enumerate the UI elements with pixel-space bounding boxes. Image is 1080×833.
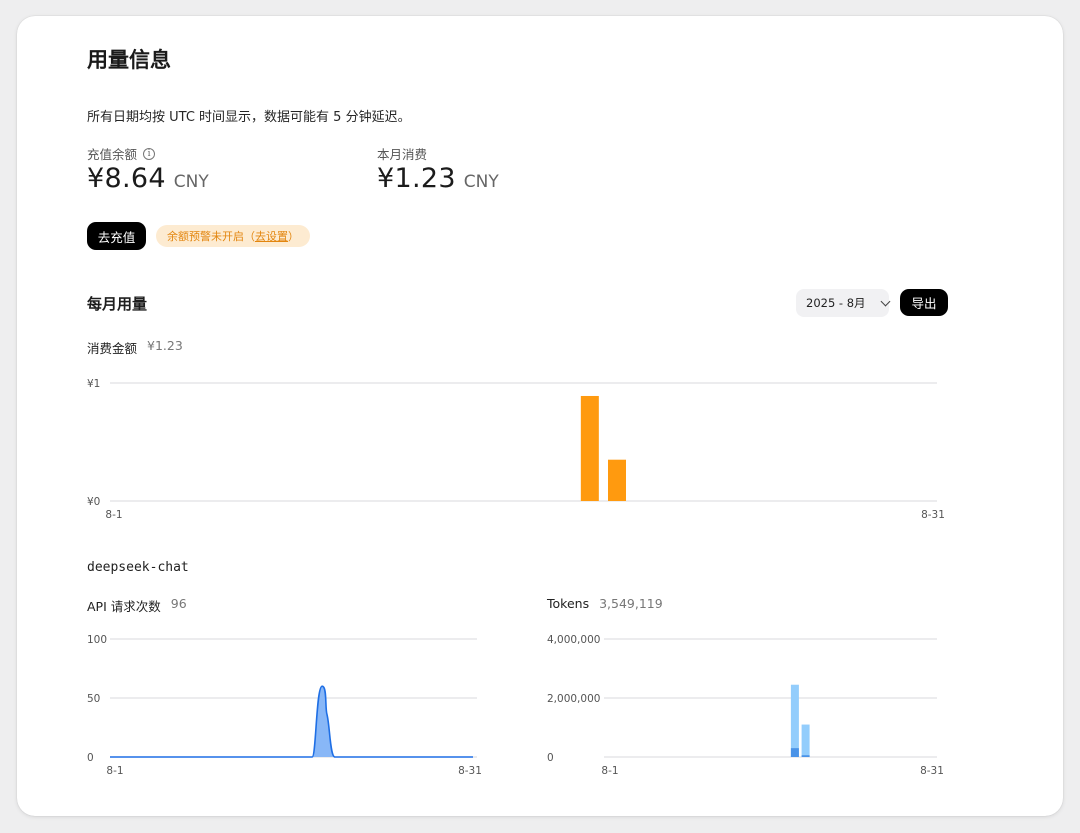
spend-x-tick-label: 8-1 [105, 509, 122, 521]
tokens-x-tick-label: 8-1 [601, 765, 618, 777]
requests-y-tick-label: 0 [87, 752, 94, 764]
tokens-x-tick-label: 8-31 [920, 765, 944, 777]
spend-x-tick-label: 8-31 [921, 509, 945, 521]
tokens-y-tick-label: 0 [547, 752, 554, 764]
tokens-bar [801, 755, 810, 757]
spend-y-tick-label: ¥1 [87, 378, 100, 390]
tokens-metric: Tokens 3,549,119 [547, 596, 663, 611]
spend-bar [580, 395, 599, 501]
tokens-bar [790, 748, 799, 757]
tokens-bar [801, 724, 810, 757]
tokens-y-tick-label: 2,000,000 [547, 693, 600, 705]
tokens-y-tick-label: 4,000,000 [547, 634, 600, 646]
requests-y-tick-label: 100 [87, 634, 107, 646]
tokens-value: 3,549,119 [599, 596, 663, 611]
requests-x-tick-label: 8-31 [458, 765, 482, 777]
tokens-bar [790, 684, 799, 757]
spend-chart: ¥0 ¥1 8-1 8-31 0 50 100 8-1 8-31 0 2,000,000 4,000,… [87, 378, 945, 777]
api-requests-value: 96 [170, 596, 187, 611]
model-name: deepseek-chat [87, 560, 189, 575]
api-requests-metric: API 请求次数 96 [87, 596, 187, 615]
requests-x-tick-label: 8-1 [106, 765, 123, 777]
spend-y-tick-label: ¥0 [87, 496, 100, 508]
spend-bar [608, 459, 626, 501]
requests-y-tick-label: 50 [87, 693, 100, 705]
tokens-label: Tokens [547, 596, 590, 611]
requests-line [110, 685, 473, 758]
usage-card: 用量信息 所有日期均按 UTC 时间显示，数据可能有 5 分钟延迟。 充值余额 … [17, 16, 1063, 816]
api-requests-label: API 请求次数 [87, 599, 161, 614]
